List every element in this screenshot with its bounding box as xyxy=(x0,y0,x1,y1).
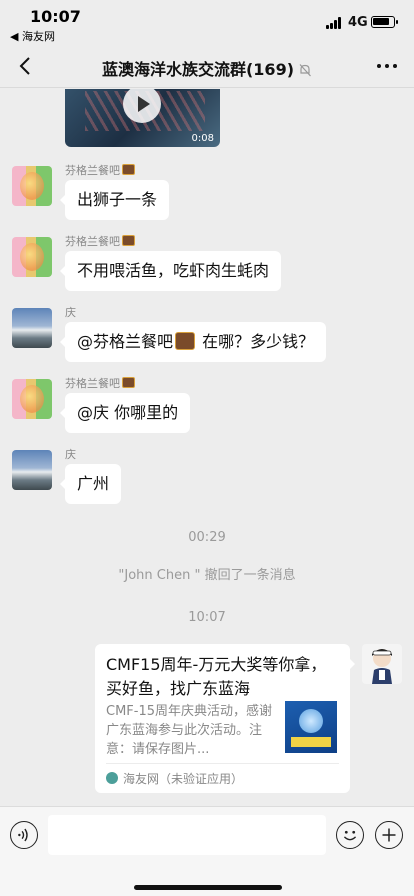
signal-icon xyxy=(326,17,344,29)
back-arrow-icon[interactable] xyxy=(14,54,38,78)
avatar[interactable] xyxy=(12,379,52,419)
message-list[interactable]: 0:08 芬格兰餐吧 出狮子一条 芬格兰餐吧 不用喂活鱼，吃虾肉生蚝肉 庆 @芬… xyxy=(0,89,414,806)
timestamp: 00:29 xyxy=(188,530,226,545)
home-indicator xyxy=(134,885,282,890)
timestamp: 10:07 xyxy=(188,610,226,625)
app-source-icon xyxy=(106,772,118,784)
sender-name-text: 芬格兰餐吧 xyxy=(65,164,120,177)
chat-title: 蓝澳海洋水族交流群(169) xyxy=(60,56,354,80)
avatar[interactable] xyxy=(12,450,52,490)
group-name: 蓝澳海洋水族交流群(169) xyxy=(101,60,295,79)
battery-icon xyxy=(371,16,398,28)
food-emoji-icon xyxy=(122,235,135,246)
message-bubble[interactable]: 广州 xyxy=(59,464,122,504)
card-thumbnail xyxy=(285,701,337,753)
plus-icon[interactable] xyxy=(375,821,403,849)
avatar[interactable] xyxy=(12,308,52,348)
card-source: 海友网（未验证应用） xyxy=(123,772,244,786)
message-input[interactable] xyxy=(48,815,326,855)
sender-name: 庆 xyxy=(65,448,76,461)
video-duration: 0:08 xyxy=(191,133,214,144)
more-options-icon[interactable] xyxy=(376,58,398,74)
my-avatar[interactable] xyxy=(362,644,402,684)
message-text: 在哪？多少钱？ xyxy=(197,332,315,351)
recall-notice: "John Chen " 撤回了一条消息 xyxy=(118,568,296,583)
message-bubble[interactable]: @芬格兰餐吧 在哪？多少钱？ xyxy=(59,322,327,362)
network-type: 4G xyxy=(348,15,368,30)
food-emoji-icon xyxy=(175,332,196,350)
chat-header: 蓝澳海洋水族交流群(169) xyxy=(0,44,414,88)
food-emoji-icon xyxy=(122,377,135,388)
sender-name: 芬格兰餐吧 xyxy=(65,375,135,391)
message-bubble[interactable]: @庆 你哪里的 xyxy=(59,393,191,433)
status-bar: 10:07 ◀ 海友网 4G xyxy=(0,0,414,44)
emoji-icon[interactable] xyxy=(336,821,364,849)
mute-bell-icon xyxy=(299,64,311,77)
sender-name: 芬格兰餐吧 xyxy=(65,233,135,249)
divider xyxy=(106,763,339,764)
card-description: CMF-15周年庆典活动，感谢广东蓝海参与此次活动。注意：请保存图片... xyxy=(106,704,273,757)
sender-name: 庆 xyxy=(65,306,76,319)
mention-text: @芬格兰餐吧 xyxy=(77,332,174,351)
message-bubble[interactable]: 不用喂活鱼，吃虾肉生蚝肉 xyxy=(59,251,282,291)
cartoon-avatar-icon xyxy=(372,649,392,684)
back-to-app-link[interactable]: ◀ 海友网 xyxy=(10,28,55,44)
card-title: CMF15周年-万元大奖等你拿，买好鱼，找广东蓝海 xyxy=(106,655,327,698)
play-icon[interactable] xyxy=(123,89,161,123)
input-bar xyxy=(0,806,414,896)
video-message[interactable]: 0:08 xyxy=(65,89,220,147)
message-bubble[interactable]: 出狮子一条 xyxy=(59,180,170,220)
link-card[interactable]: CMF15周年-万元大奖等你拿，买好鱼，找广东蓝海 CMF-15周年庆典活动，感… xyxy=(95,644,355,793)
food-emoji-icon xyxy=(122,164,135,175)
voice-input-icon[interactable] xyxy=(10,821,38,849)
sender-name-text: 芬格兰餐吧 xyxy=(65,235,120,248)
avatar[interactable] xyxy=(12,237,52,277)
sender-name: 芬格兰餐吧 xyxy=(65,162,135,178)
status-time: 10:07 xyxy=(30,7,81,26)
avatar[interactable] xyxy=(12,166,52,206)
sender-name-text: 芬格兰餐吧 xyxy=(65,377,120,390)
